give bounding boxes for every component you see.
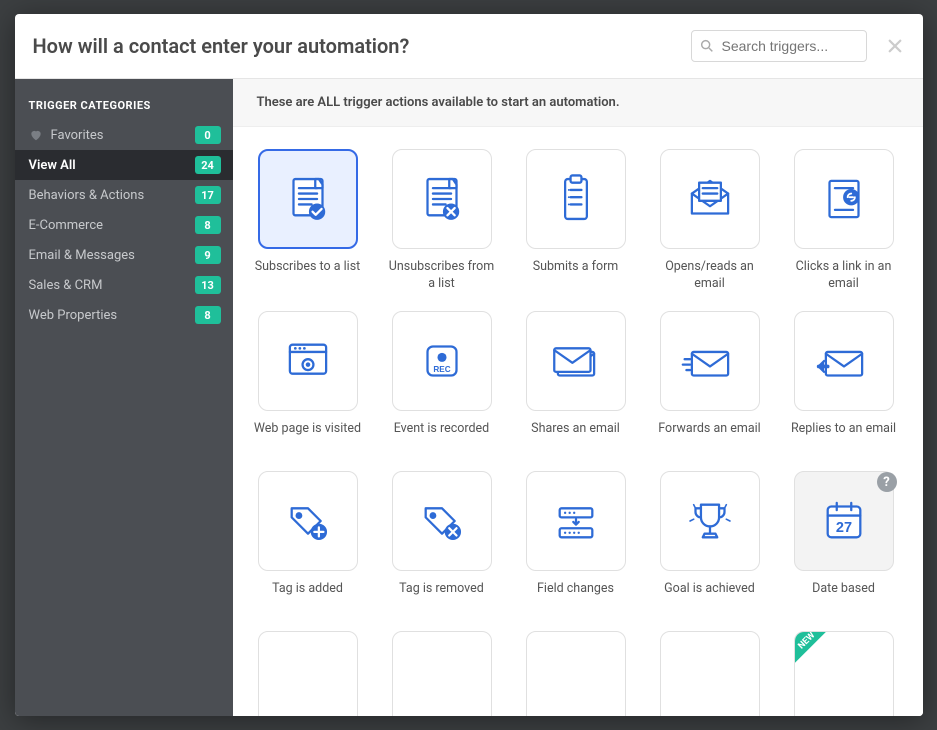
goal-icon: [660, 471, 760, 571]
trigger-blank[interactable]: [519, 631, 633, 716]
close-icon: [886, 37, 904, 55]
blank-icon: [526, 631, 626, 716]
trigger-label: Goal is achieved: [664, 581, 755, 613]
tag-add-icon: [258, 471, 358, 571]
trigger-label: Event is recorded: [394, 421, 490, 453]
close-button[interactable]: [885, 36, 905, 56]
trigger-label: Clicks a link in an email: [787, 259, 901, 293]
sidebar-item-label: View All: [29, 158, 195, 173]
trigger-share-email[interactable]: Shares an email: [519, 311, 633, 453]
click-link-icon: [794, 149, 894, 249]
sidebar-item-web-properties[interactable]: Web Properties8: [15, 300, 233, 330]
event-record-icon: REC: [392, 311, 492, 411]
field-change-icon: [526, 471, 626, 571]
forward-email-icon: [660, 311, 760, 411]
trigger-tag-add[interactable]: Tag is added: [251, 471, 365, 613]
trigger-label: Web page is visited: [254, 421, 361, 453]
count-badge: 8: [195, 306, 221, 324]
web-visit-icon: [258, 311, 358, 411]
trigger-click-link[interactable]: Clicks a link in an email: [787, 149, 901, 293]
count-badge: 13: [195, 276, 221, 294]
count-badge: 17: [195, 186, 221, 204]
trigger-event-record[interactable]: REC Event is recorded: [385, 311, 499, 453]
trigger-goal[interactable]: Goal is achieved: [653, 471, 767, 613]
trigger-label: Tag is removed: [399, 581, 484, 613]
trigger-open-email[interactable]: Opens/reads an email: [653, 149, 767, 293]
help-button[interactable]: ?: [877, 472, 897, 492]
trigger-blank[interactable]: [251, 631, 365, 716]
search-icon: [699, 38, 715, 54]
sidebar-item-label: E-Commerce: [29, 218, 195, 233]
trigger-grid: Subscribes to a list Unsubscribes from a …: [233, 127, 923, 716]
modal-header: How will a contact enter your automation…: [15, 14, 923, 79]
sidebar-item-email-messages[interactable]: Email & Messages9: [15, 240, 233, 270]
trigger-label: Submits a form: [533, 259, 619, 291]
sidebar-item-e-commerce[interactable]: E-Commerce8: [15, 210, 233, 240]
trigger-label: Tag is added: [272, 581, 343, 613]
trigger-label: Date based: [812, 581, 875, 613]
heart-icon: [29, 128, 43, 142]
sidebar-item-sales-crm[interactable]: Sales & CRM13: [15, 270, 233, 300]
sidebar-item-label: Web Properties: [29, 308, 195, 323]
svg-text:27: 27: [835, 520, 851, 536]
trigger-forward-email[interactable]: Forwards an email: [653, 311, 767, 453]
trigger-unsubscribe[interactable]: Unsubscribes from a list: [385, 149, 499, 293]
trigger-picker-modal: How will a contact enter your automation…: [15, 14, 923, 716]
trigger-subscribe[interactable]: Subscribes to a list: [251, 149, 365, 293]
trigger-blank[interactable]: [385, 631, 499, 716]
trigger-label: Shares an email: [531, 421, 620, 453]
trigger-tag-remove[interactable]: Tag is removed: [385, 471, 499, 613]
sidebar-title: TRIGGER CATEGORIES: [15, 87, 233, 120]
count-badge: 0: [195, 126, 221, 144]
trigger-label: Replies to an email: [791, 421, 896, 453]
sidebar-item-label: Email & Messages: [29, 248, 195, 263]
search-input[interactable]: [691, 30, 867, 62]
trigger-blank[interactable]: [653, 631, 767, 716]
trigger-blank[interactable]: NEW: [787, 631, 901, 716]
modal-title: How will a contact enter your automation…: [33, 34, 691, 58]
unsubscribe-icon: [392, 149, 492, 249]
sidebar-item-label: Favorites: [51, 128, 195, 143]
trigger-form[interactable]: Submits a form: [519, 149, 633, 293]
trigger-web-visit[interactable]: Web page is visited: [251, 311, 365, 453]
reply-email-icon: [794, 311, 894, 411]
main-panel: These are ALL trigger actions available …: [233, 79, 923, 716]
tag-remove-icon: [392, 471, 492, 571]
trigger-label: Opens/reads an email: [653, 259, 767, 293]
subscribe-icon: [258, 149, 358, 249]
trigger-grid-scroll[interactable]: Subscribes to a list Unsubscribes from a …: [233, 127, 923, 716]
sidebar-item-favorites[interactable]: Favorites0: [15, 120, 233, 150]
count-badge: 9: [195, 246, 221, 264]
blank-icon: [392, 631, 492, 716]
trigger-label: Unsubscribes from a list: [385, 259, 499, 293]
blank-icon: NEW: [794, 631, 894, 716]
sidebar-item-view-all[interactable]: View All24: [15, 150, 233, 180]
search-wrap: [691, 30, 867, 62]
count-badge: 24: [195, 156, 221, 174]
blank-icon: [660, 631, 760, 716]
trigger-label: Field changes: [537, 581, 614, 613]
trigger-label: Subscribes to a list: [255, 259, 361, 291]
trigger-field-change[interactable]: Field changes: [519, 471, 633, 613]
share-email-icon: [526, 311, 626, 411]
trigger-date[interactable]: 27 Date based: [787, 471, 901, 613]
sidebar-item-label: Sales & CRM: [29, 278, 195, 293]
sidebar-item-label: Behaviors & Actions: [29, 188, 195, 203]
subheader: These are ALL trigger actions available …: [233, 79, 923, 127]
blank-icon: [258, 631, 358, 716]
trigger-reply-email[interactable]: Replies to an email: [787, 311, 901, 453]
sidebar-item-behaviors-actions[interactable]: Behaviors & Actions17: [15, 180, 233, 210]
modal-body: TRIGGER CATEGORIES Favorites0View All24B…: [15, 79, 923, 716]
form-icon: [526, 149, 626, 249]
sidebar: TRIGGER CATEGORIES Favorites0View All24B…: [15, 79, 233, 716]
trigger-label: Forwards an email: [658, 421, 760, 453]
svg-text:REC: REC: [433, 365, 450, 374]
count-badge: 8: [195, 216, 221, 234]
open-email-icon: [660, 149, 760, 249]
